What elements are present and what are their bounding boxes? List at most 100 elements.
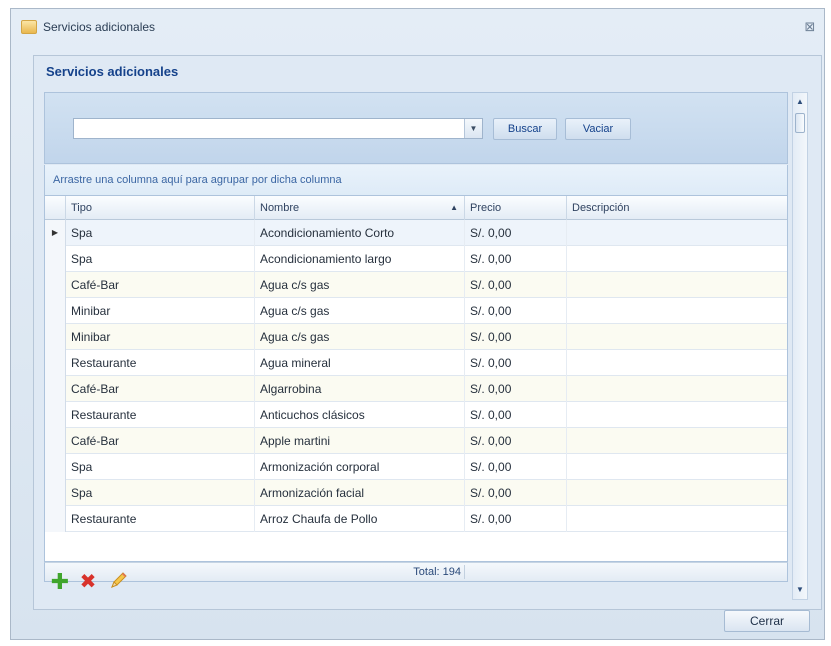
cell-descripcion [567, 298, 787, 324]
row-indicator [45, 376, 66, 402]
cell-descripcion [567, 376, 787, 402]
table-row[interactable]: Restaurante Anticuchos clásicos S/. 0,00 [45, 402, 787, 428]
cell-precio: S/. 0,00 [465, 324, 567, 350]
cell-precio: S/. 0,00 [465, 376, 567, 402]
cell-tipo: Spa [66, 246, 255, 272]
close-button[interactable]: Cerrar [724, 610, 810, 632]
row-pointer-icon: ▶ [45, 220, 66, 246]
cell-nombre: Agua c/s gas [255, 324, 465, 350]
cell-tipo: Restaurante [66, 506, 255, 532]
cell-nombre: Arroz Chaufa de Pollo [255, 506, 465, 532]
cell-tipo: Minibar [66, 298, 255, 324]
table-row[interactable]: Minibar Agua c/s gas S/. 0,00 [45, 298, 787, 324]
plus-icon[interactable]: ✚ [48, 570, 72, 594]
table-row[interactable]: Spa Acondicionamiento largo S/. 0,00 [45, 246, 787, 272]
group-by-hint: Arrastre una columna aquí para agrupar p… [53, 174, 342, 186]
title-bar: Servicios adicionales ⊠ [11, 9, 824, 45]
cell-nombre: Apple martini [255, 428, 465, 454]
table-row[interactable]: Restaurante Arroz Chaufa de Pollo S/. 0,… [45, 506, 787, 532]
window-title: Servicios adicionales [43, 20, 156, 34]
cell-descripcion [567, 402, 787, 428]
group-title: Servicios adicionales [46, 64, 179, 79]
cell-descripcion [567, 220, 787, 246]
table-row[interactable]: Spa Armonización facial S/. 0,00 [45, 480, 787, 506]
pencil-icon-graphic [111, 572, 127, 588]
row-indicator [45, 506, 66, 532]
cell-precio: S/. 0,00 [465, 428, 567, 454]
sort-ascending-icon: ▲ [450, 203, 458, 212]
row-indicator [45, 298, 66, 324]
cell-nombre: Acondicionamiento largo [255, 246, 465, 272]
scroll-thumb[interactable] [795, 113, 805, 133]
group-by-panel[interactable]: Arrastre una columna aquí para agrupar p… [44, 165, 788, 195]
cell-tipo: Restaurante [66, 402, 255, 428]
indicator-header [45, 196, 66, 220]
search-button[interactable]: Buscar [493, 118, 557, 140]
cell-precio: S/. 0,00 [465, 272, 567, 298]
chevron-down-icon[interactable]: ▼ [464, 119, 482, 138]
table-row[interactable]: Restaurante Agua mineral S/. 0,00 [45, 350, 787, 376]
table-row[interactable]: Spa Armonización corporal S/. 0,00 [45, 454, 787, 480]
total-count: Total: 194 [413, 566, 461, 578]
cell-precio: S/. 0,00 [465, 506, 567, 532]
table-row[interactable]: ▶ Spa Acondicionamiento Corto S/. 0,00 [45, 220, 787, 246]
pencil-icon[interactable] [106, 570, 130, 594]
row-indicator [45, 350, 66, 376]
cell-tipo: Restaurante [66, 350, 255, 376]
vertical-scrollbar[interactable]: ▲ ▼ [792, 92, 808, 600]
cell-tipo: Spa [66, 454, 255, 480]
window-app-icon [21, 20, 37, 34]
cell-nombre: Agua c/s gas [255, 272, 465, 298]
cell-descripcion [567, 350, 787, 376]
cell-tipo: Café-Bar [66, 428, 255, 454]
cell-descripcion [567, 480, 787, 506]
column-header-nombre[interactable]: Nombre ▲ [255, 196, 465, 220]
row-indicator [45, 324, 66, 350]
table-row[interactable]: Minibar Agua c/s gas S/. 0,00 [45, 324, 787, 350]
cell-precio: S/. 0,00 [465, 246, 567, 272]
cell-descripcion [567, 324, 787, 350]
grid-footer: Total: 194 [44, 562, 788, 582]
cell-precio: S/. 0,00 [465, 298, 567, 324]
cell-nombre: Agua c/s gas [255, 298, 465, 324]
footer-divider [464, 565, 465, 579]
row-indicator [45, 454, 66, 480]
cell-precio: S/. 0,00 [465, 220, 567, 246]
cell-descripcion [567, 246, 787, 272]
row-indicator [45, 428, 66, 454]
cell-descripcion [567, 506, 787, 532]
row-indicator [45, 246, 66, 272]
search-combobox[interactable]: ▼ [73, 118, 483, 139]
cell-nombre: Armonización corporal [255, 454, 465, 480]
search-toolbar: ▼ Buscar Vaciar [44, 92, 788, 164]
clear-button[interactable]: Vaciar [565, 118, 631, 140]
cell-descripcion [567, 454, 787, 480]
cell-descripcion [567, 428, 787, 454]
dialog-window: Servicios adicionales ⊠ Servicios adicio… [10, 8, 825, 640]
column-header-precio[interactable]: Precio [465, 196, 567, 220]
scroll-down-icon[interactable]: ▼ [793, 583, 807, 597]
cell-nombre: Armonización facial [255, 480, 465, 506]
table-row[interactable]: Café-Bar Agua c/s gas S/. 0,00 [45, 272, 787, 298]
cell-tipo: Spa [66, 220, 255, 246]
column-header-nombre-label: Nombre [260, 202, 300, 214]
cell-precio: S/. 0,00 [465, 402, 567, 428]
delete-icon[interactable]: ✖ [76, 570, 100, 594]
column-header-descripcion[interactable]: Descripción [567, 196, 787, 220]
column-header-tipo[interactable]: Tipo [66, 196, 255, 220]
row-indicator [45, 480, 66, 506]
services-grid[interactable]: Tipo Nombre ▲ Precio Descripción ▶ Spa A… [44, 195, 788, 562]
cell-nombre: Algarrobina [255, 376, 465, 402]
window-close-icon[interactable]: ⊠ [802, 19, 818, 35]
scroll-up-icon[interactable]: ▲ [793, 95, 807, 109]
search-input[interactable] [74, 119, 462, 138]
table-row[interactable]: Café-Bar Algarrobina S/. 0,00 [45, 376, 787, 402]
cell-precio: S/. 0,00 [465, 350, 567, 376]
table-row[interactable]: Café-Bar Apple martini S/. 0,00 [45, 428, 787, 454]
cell-tipo: Café-Bar [66, 376, 255, 402]
row-indicator [45, 272, 66, 298]
cell-precio: S/. 0,00 [465, 454, 567, 480]
cell-descripcion [567, 272, 787, 298]
cell-tipo: Café-Bar [66, 272, 255, 298]
cell-tipo: Spa [66, 480, 255, 506]
